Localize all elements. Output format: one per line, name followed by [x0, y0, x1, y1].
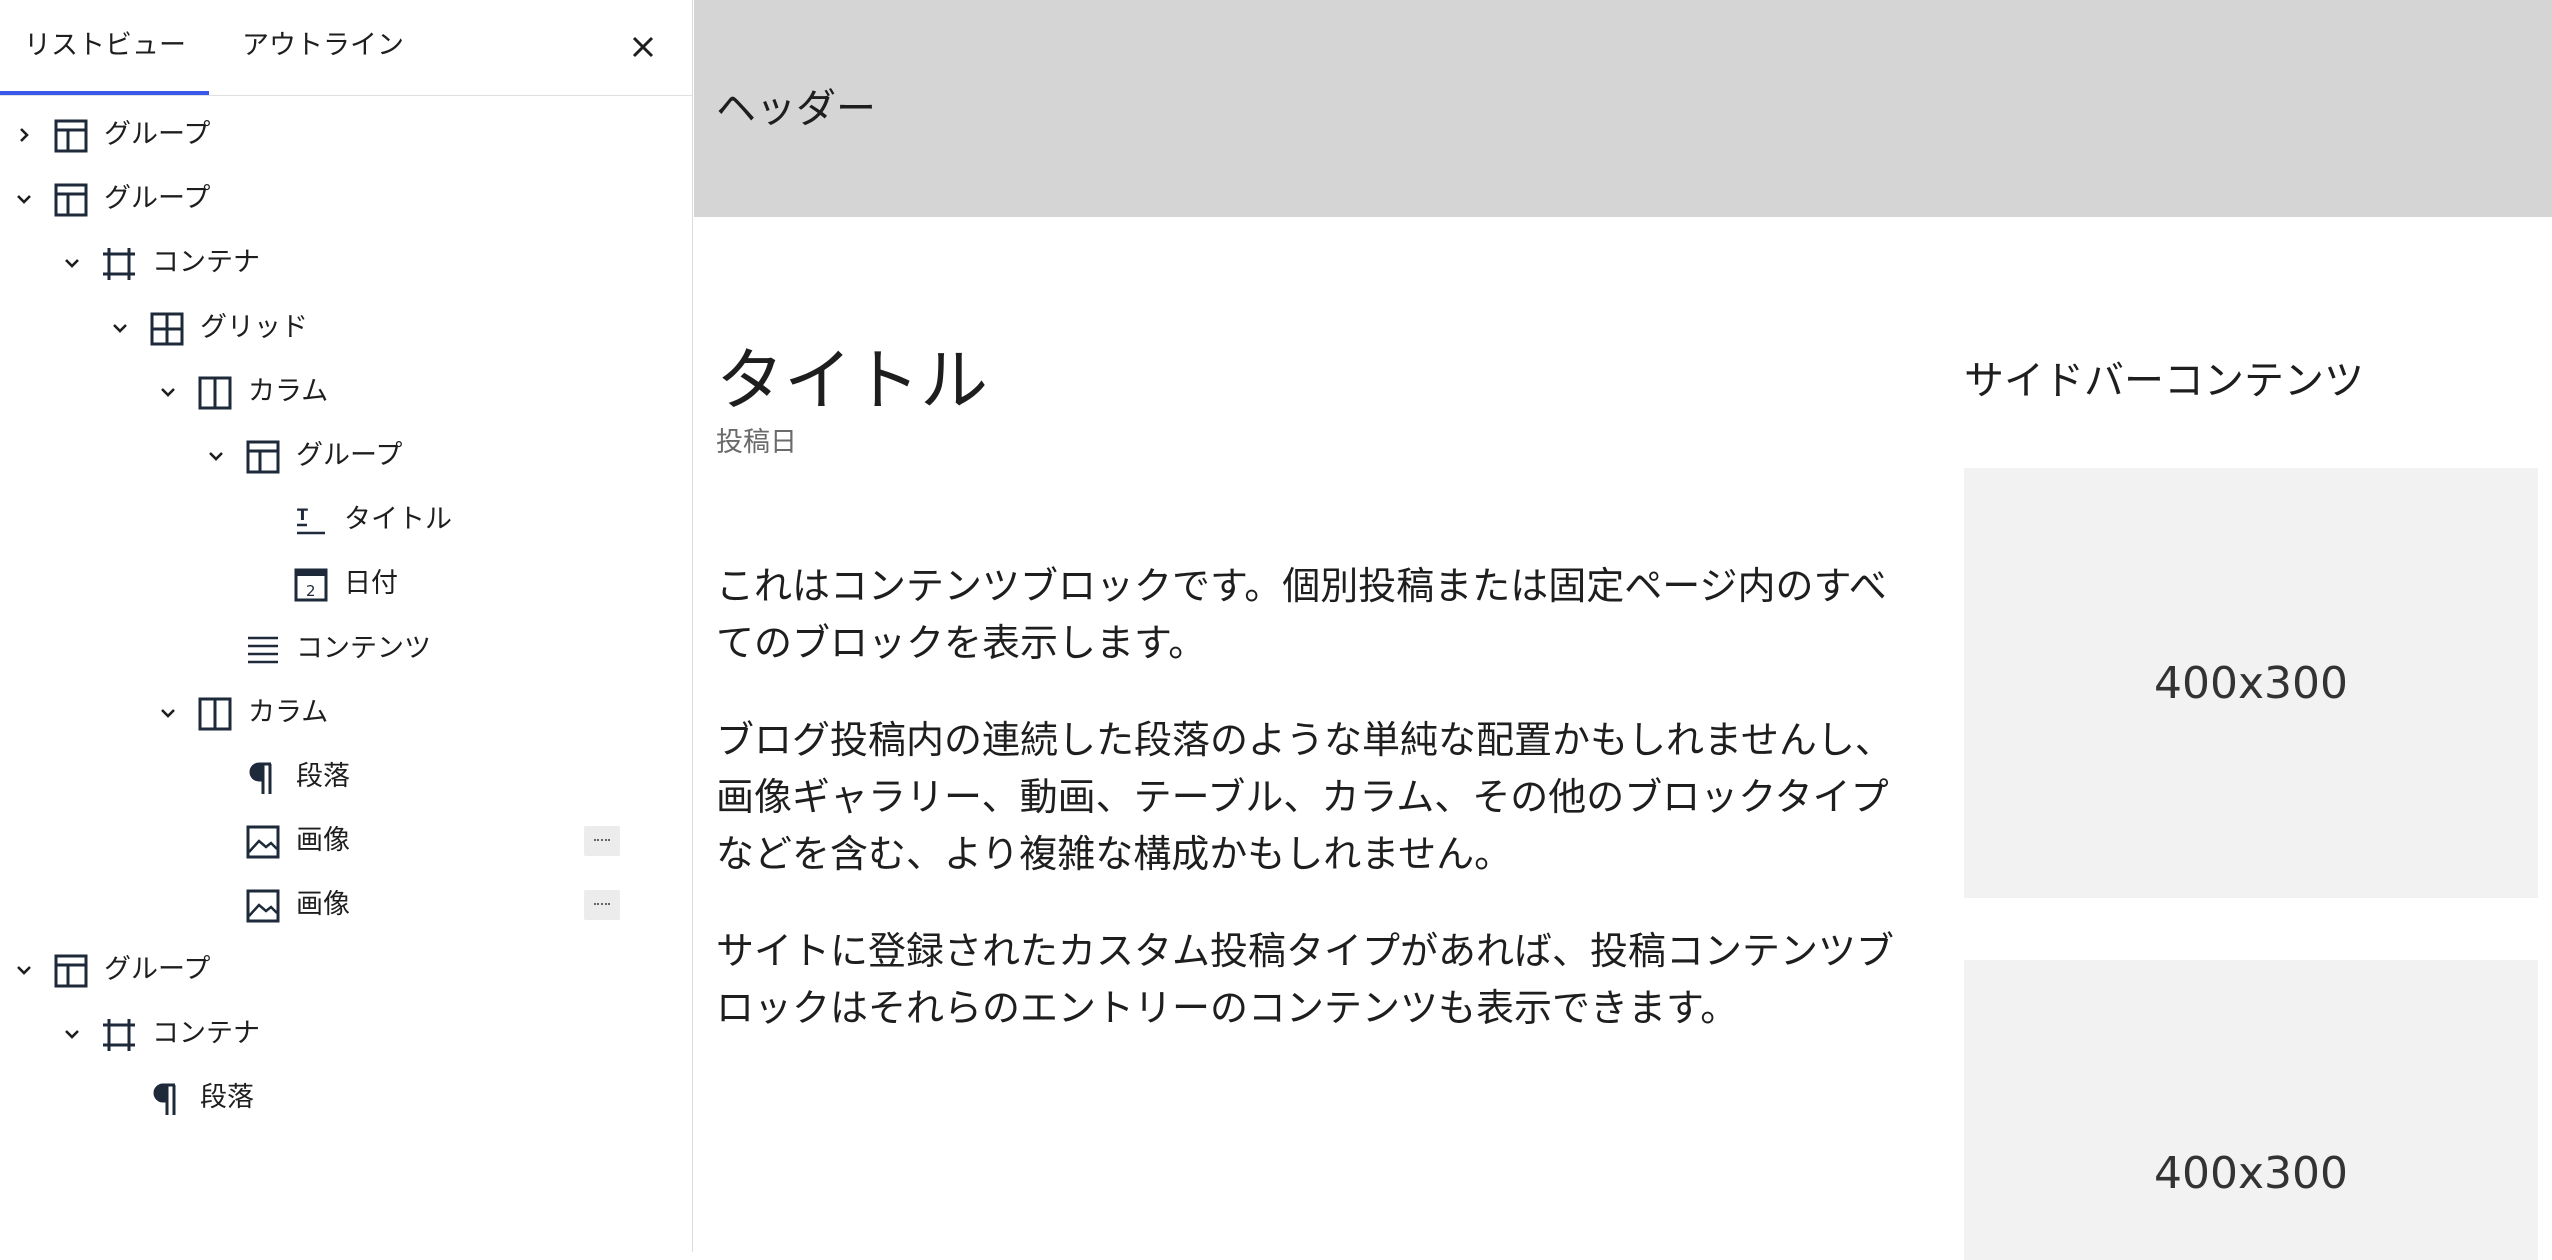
tree-item-label: グループ: [104, 953, 211, 985]
grid-icon: [149, 311, 185, 347]
tree-item-label: グループ: [296, 440, 403, 471]
paragraph-icon: [245, 760, 281, 796]
chevron-down-icon[interactable]: [204, 444, 228, 468]
tree-item[interactable]: 画像: [0, 873, 692, 937]
editor-canvas: ヘッダー タイトル 投稿日 これはコンテンツブロックです。個別投稿または固定ペー…: [694, 0, 2552, 1260]
post-title[interactable]: タイトル: [716, 338, 988, 426]
tree-item[interactable]: 2 日付: [0, 552, 692, 616]
chevron-down-icon[interactable]: [60, 251, 84, 275]
group-icon: [53, 182, 89, 218]
tree-item[interactable]: コンテンツ: [0, 617, 692, 681]
tree-item-label: 日付: [344, 568, 398, 600]
tree-item-label: グリッド: [200, 311, 308, 343]
title-icon: T: [293, 503, 329, 539]
tree-item[interactable]: グループ: [0, 424, 692, 488]
placeholder-label: 400x300: [2153, 1148, 2348, 1199]
placeholder-label: 400x300: [2153, 658, 2348, 709]
tree-item[interactable]: T タイトル: [0, 488, 692, 552]
content-paragraph[interactable]: サイトに登録されたカスタム投稿タイプがあれば、投稿コンテンツブロックはそれらのエ…: [716, 923, 1906, 1037]
more-icon: [594, 903, 610, 907]
options-button[interactable]: [584, 826, 620, 857]
tree-item-label: カラム: [248, 696, 329, 728]
tree-item[interactable]: 段落: [0, 745, 692, 809]
content-icon: [245, 632, 281, 668]
tree-item-label: 画像: [296, 825, 350, 857]
tree-item-label: コンテナ: [152, 247, 260, 279]
group-icon: [245, 439, 281, 475]
container-icon: [101, 246, 137, 282]
tree-item[interactable]: コンテナ: [0, 1002, 692, 1066]
tree-item-label: コンテナ: [152, 1017, 260, 1049]
tree-item-label: グループ: [104, 119, 211, 150]
tree-item[interactable]: グリッド: [0, 296, 692, 360]
post-content[interactable]: これはコンテンツブロックです。個別投稿または固定ページ内のすべてのブロックを表示…: [716, 558, 1906, 1077]
chevron-down-icon[interactable]: [156, 701, 180, 725]
tab-outline[interactable]: アウトライン: [242, 0, 404, 95]
tree-item-label: タイトル: [344, 504, 452, 536]
more-icon: [594, 839, 610, 843]
svg-text:2: 2: [306, 582, 316, 600]
header-text: ヘッダー: [716, 86, 876, 132]
tree-item-label: 段落: [296, 761, 350, 792]
sidebar-title[interactable]: サイドバーコンテンツ: [1964, 348, 2364, 406]
tree-item[interactable]: 画像: [0, 809, 692, 873]
tree-item[interactable]: コンテナ: [0, 231, 692, 295]
svg-text:T: T: [297, 505, 308, 524]
chevron-down-icon[interactable]: [12, 958, 36, 982]
tree-item-label: コンテンツ: [296, 632, 431, 664]
header-block[interactable]: ヘッダー: [694, 0, 2552, 217]
close-icon[interactable]: [626, 30, 660, 64]
tree-item[interactable]: グループ: [0, 938, 692, 1002]
tree-item-label: グループ: [104, 183, 211, 215]
post-date[interactable]: 投稿日: [716, 420, 797, 459]
column-icon: [197, 375, 233, 411]
options-button[interactable]: [584, 890, 620, 921]
tree-item[interactable]: 段落: [0, 1066, 692, 1130]
tree-item[interactable]: グループ: [0, 167, 692, 231]
chevron-down-icon[interactable]: [108, 316, 132, 340]
group-icon: [53, 118, 89, 154]
panel-tabs: リストビュー アウトライン: [0, 0, 692, 96]
calendar-icon: 2: [293, 567, 329, 603]
tree-item-label: 段落: [200, 1082, 254, 1113]
content-paragraph[interactable]: これはコンテンツブロックです。個別投稿または固定ページ内のすべてのブロックを表示…: [716, 558, 1906, 672]
content-paragraph[interactable]: ブログ投稿内の連続した段落のような単純な配置かもしれませんし、画像ギャラリー、動…: [716, 712, 1906, 883]
paragraph-icon: [149, 1081, 185, 1117]
chevron-right-icon[interactable]: [12, 123, 36, 147]
group-icon: [53, 953, 89, 989]
column-icon: [197, 696, 233, 732]
tree-item-label: カラム: [248, 375, 329, 407]
chevron-down-icon[interactable]: [12, 187, 36, 211]
chevron-down-icon[interactable]: [60, 1022, 84, 1046]
image-icon: [245, 824, 281, 860]
image-placeholder[interactable]: 400x300: [1964, 468, 2538, 898]
list-view-panel: リストビュー アウトライン グループ グループ コンテナ グリッド カラム グループ T タイ…: [0, 0, 693, 1252]
image-icon: [245, 888, 281, 924]
container-icon: [101, 1017, 137, 1053]
tree-item[interactable]: カラム: [0, 360, 692, 424]
tree-item[interactable]: カラム: [0, 681, 692, 745]
tree-item[interactable]: グループ: [0, 103, 692, 167]
tree-item-label: 画像: [296, 889, 350, 921]
tab-list-view[interactable]: リストビュー: [0, 0, 209, 95]
image-placeholder[interactable]: 400x300: [1964, 960, 2538, 1260]
chevron-down-icon[interactable]: [156, 380, 180, 404]
